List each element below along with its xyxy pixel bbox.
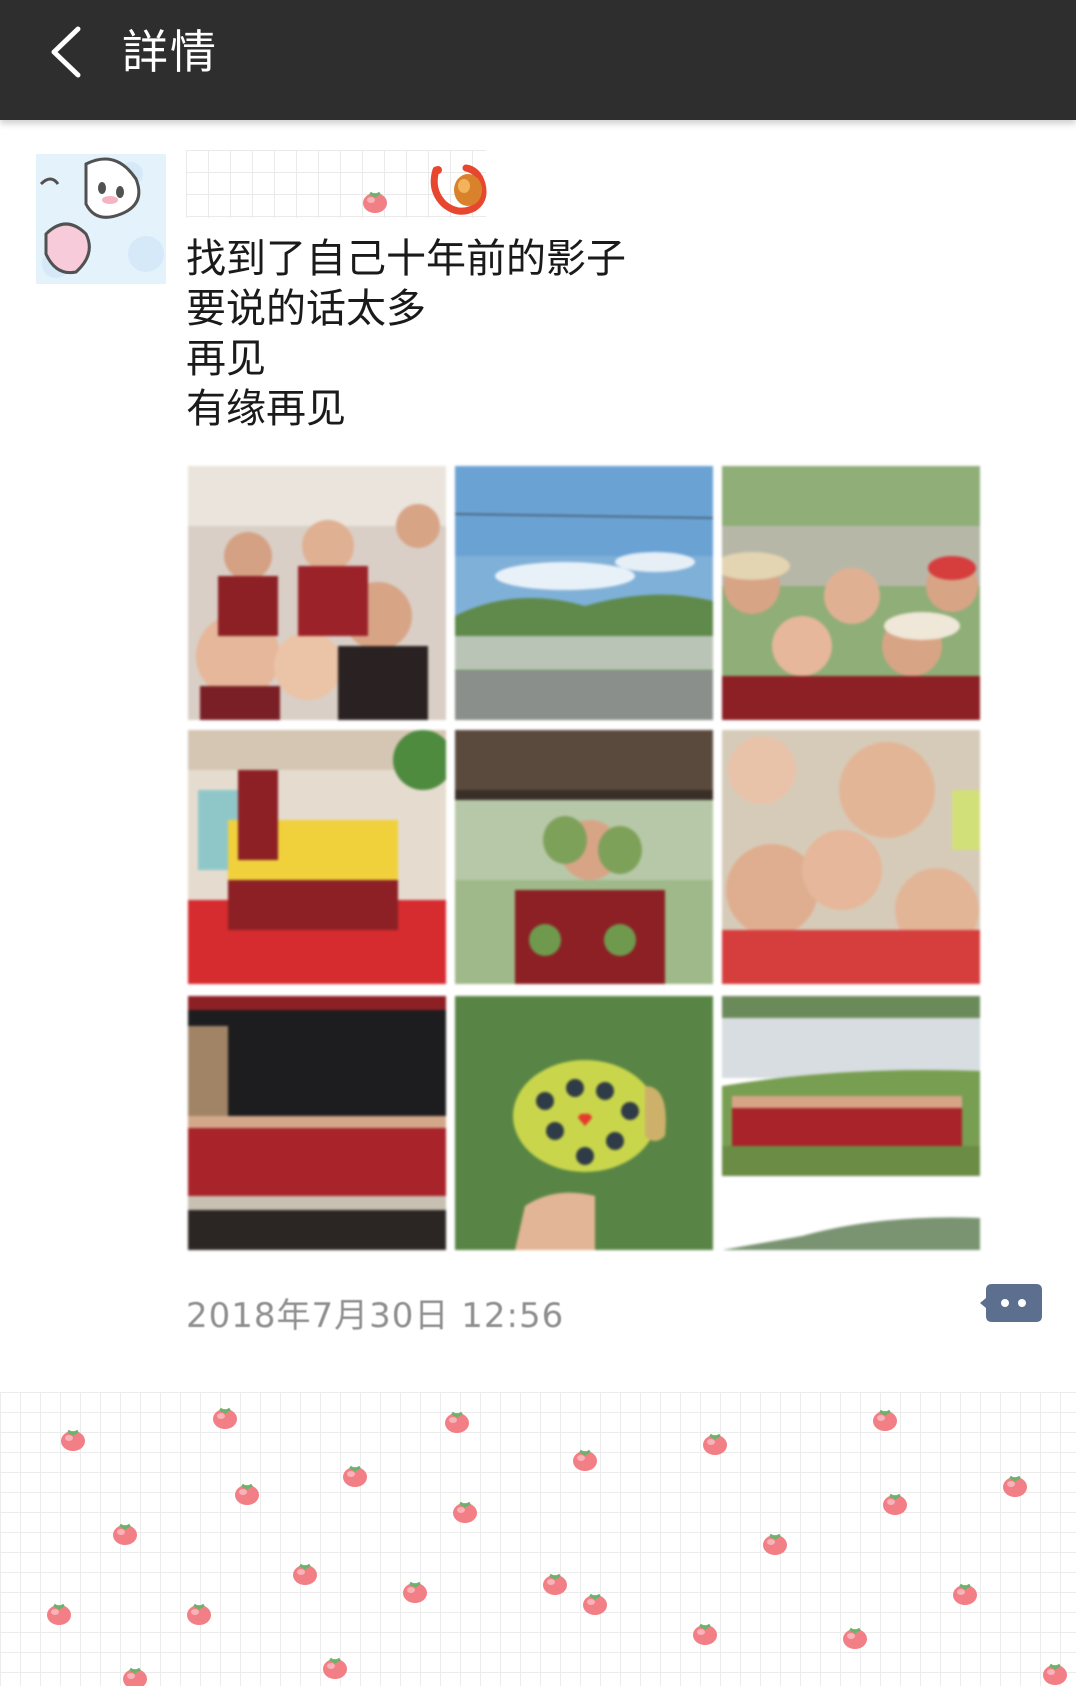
peach-icon <box>583 1593 607 1615</box>
photo-thumbnail-9[interactable] <box>722 996 980 1250</box>
post-text-line: 要说的话太多 <box>186 286 426 332</box>
peach-icon <box>47 1603 71 1625</box>
peach-icon <box>403 1581 427 1603</box>
photo-thumbnail-6[interactable] <box>722 730 980 984</box>
peach-icon <box>1003 1475 1027 1497</box>
peach-grid-pattern <box>0 1392 1076 1686</box>
photo-thumbnail-3[interactable] <box>722 466 980 720</box>
post-text-line: 有缘再见 <box>186 386 346 432</box>
peach-icon <box>343 1465 367 1487</box>
post-text: 找到了自己十年前的影子 要说的话太多 再见 有缘再见 <box>186 234 1006 434</box>
photo-thumbnail-5[interactable] <box>455 730 713 984</box>
peach-icon <box>293 1563 317 1585</box>
back-button[interactable] <box>36 20 96 84</box>
peach-icon <box>573 1449 597 1471</box>
photo-thumbnail-1[interactable] <box>188 466 446 720</box>
peach-icon <box>61 1429 85 1451</box>
peach-icon <box>235 1483 259 1505</box>
peach-icon <box>323 1657 347 1679</box>
post-timestamp: 2018年7月30日 12:56 <box>186 1296 565 1336</box>
peach-icon <box>953 1583 977 1605</box>
avatar[interactable] <box>36 154 166 284</box>
chevron-left-icon <box>51 26 81 78</box>
photo-thumbnail-4[interactable] <box>188 730 446 984</box>
peach-icon <box>873 1409 897 1431</box>
photo-grid <box>188 466 980 1250</box>
post-text-line: 再见 <box>186 336 266 382</box>
comment-button[interactable] <box>978 1280 1044 1326</box>
photo-thumbnail-7[interactable] <box>188 996 446 1250</box>
peach-icon <box>213 1407 237 1429</box>
peach-icon <box>1043 1663 1067 1685</box>
peach-icon <box>453 1501 477 1523</box>
peach-icon <box>703 1433 727 1455</box>
peach-icon <box>363 191 387 213</box>
shrimp-sticker-icon <box>430 164 487 215</box>
peach-icon <box>763 1533 787 1555</box>
peach-icon <box>543 1573 567 1595</box>
peach-icon <box>883 1493 907 1515</box>
post-text-line: 找到了自己十年前的影子 <box>186 236 626 282</box>
peach-icon <box>693 1623 717 1645</box>
photo-thumbnail-2[interactable] <box>455 466 713 720</box>
cartoon-avatar-icon <box>36 154 166 284</box>
peach-icon <box>123 1667 147 1686</box>
page-title: 詳情 <box>122 25 218 79</box>
photo-thumbnail-8[interactable] <box>455 996 713 1250</box>
peach-icon <box>113 1523 137 1545</box>
peach-icon <box>445 1411 469 1433</box>
comment-bubble-icon <box>980 1284 1042 1322</box>
peach-icon <box>187 1603 211 1625</box>
peach-icon <box>843 1627 867 1649</box>
navigation-bar: 詳情 <box>0 0 1076 120</box>
